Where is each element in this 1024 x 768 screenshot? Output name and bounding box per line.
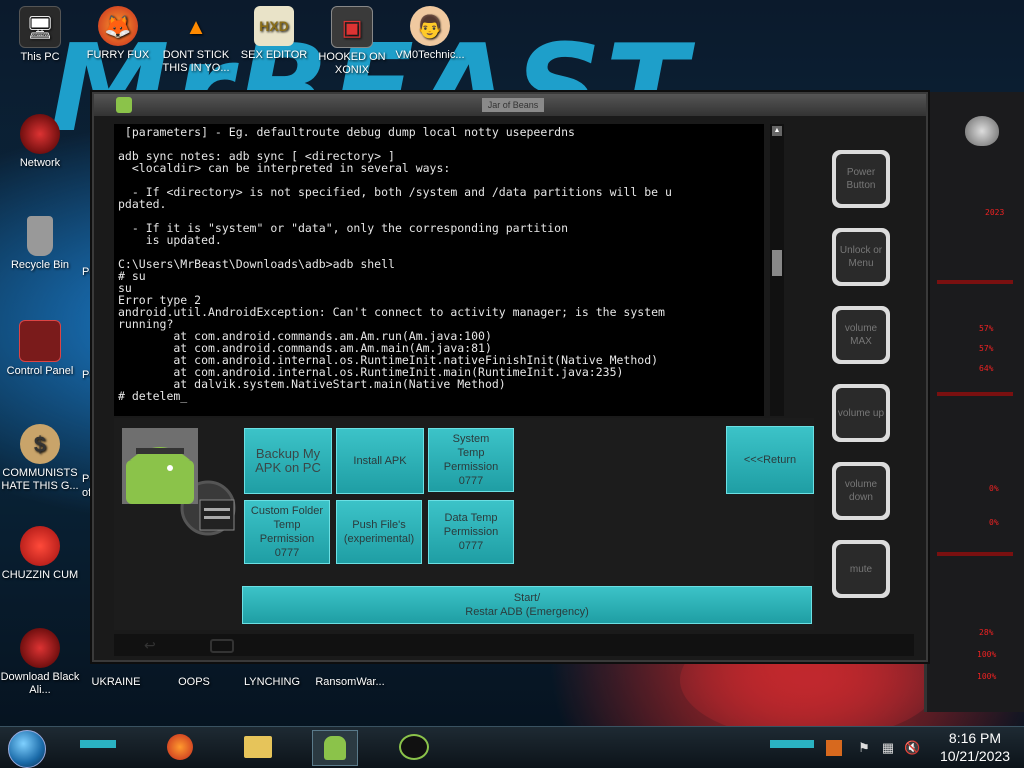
terminal-scrollbar[interactable]: ▲ xyxy=(770,124,784,416)
clock-time: 8:16 PM xyxy=(948,730,1002,746)
tray-volume-muted-icon[interactable]: 🔇 xyxy=(904,740,920,756)
cpu-percent: 57% xyxy=(979,324,994,333)
desktop-icon-hooked-on-xonix[interactable]: ▣ HOOKED ON XONIX xyxy=(312,6,392,77)
return-button[interactable]: <<<Return xyxy=(726,426,814,494)
volume-up-button[interactable]: volume up xyxy=(832,384,890,442)
start-orb-button[interactable] xyxy=(8,730,46,768)
taskbar-android-icon[interactable] xyxy=(392,730,436,764)
gadget-year: 2023 xyxy=(985,208,1005,217)
window-titlebar[interactable]: Jar of Beans xyxy=(94,94,926,116)
battery-percent: 28% xyxy=(979,628,994,637)
taskbar-deco-icon xyxy=(770,740,814,748)
desktop-icon-recycle-bin[interactable]: Recycle Bin xyxy=(0,216,80,272)
system-monitor-gadget: 2023 57% 57% 64% 0% 0% 28% 100% 100% xyxy=(924,92,1024,712)
disk-percent: 64% xyxy=(979,364,994,373)
system-temp-permission-button[interactable]: System Temp Permission 0777 xyxy=(428,428,514,492)
tray-app-icon[interactable] xyxy=(826,740,842,756)
start-restart-adb-button[interactable]: Start/ Restar ADB (Emergency) xyxy=(242,586,812,624)
gadget-bar xyxy=(937,392,1013,396)
desktop-icon-chuzzin[interactable]: CHUZZIN CUM xyxy=(0,526,80,582)
custom-folder-permission-button[interactable]: Custom Folder Temp Permission 0777 xyxy=(244,500,330,564)
desktop-icon-dont-stick[interactable]: ▲ DONT STICK THIS IN YO... xyxy=(156,6,236,75)
jar-of-beans-window: Jar of Beans [parameters] - Eg. defaultr… xyxy=(92,92,928,662)
volume-percent: 100% xyxy=(977,650,997,659)
power-button[interactable]: Power Button xyxy=(832,150,890,208)
android-app-icon xyxy=(116,97,132,113)
chuzzle-icon xyxy=(20,526,60,566)
scroll-up-arrow-icon[interactable]: ▲ xyxy=(772,126,782,136)
desktop-icon-vm0technic[interactable]: 👨 VM0Technic... xyxy=(390,6,470,62)
push-files-button[interactable]: Push File's (experimental) xyxy=(336,500,422,564)
android-pirate-logo xyxy=(122,428,240,538)
desktop-icon-furry-fux[interactable]: 🦊 FURRY FUX xyxy=(78,6,158,62)
tray-network-icon[interactable]: ▦ xyxy=(880,740,896,756)
net-down-percent: 0% xyxy=(989,518,999,527)
tools-panel: Backup My APK on PC Install APK System T… xyxy=(114,418,814,630)
partial-label: of xyxy=(82,487,92,499)
desktop-icon-control-panel[interactable]: Control Panel xyxy=(0,320,80,378)
taskbar-firefox-icon[interactable] xyxy=(158,730,202,764)
desktop-icon-network[interactable]: Network xyxy=(0,114,80,170)
volume-max-button[interactable]: volume MAX xyxy=(832,306,890,364)
this-pc-icon: 🖥 xyxy=(19,6,61,48)
firefox-icon: 🦊 xyxy=(98,6,138,46)
terminal-text: [parameters] - Eg. defaultroute debug du… xyxy=(118,125,672,403)
hxd-editor-icon: HXD xyxy=(254,6,294,46)
net-up-percent: 0% xyxy=(989,484,999,493)
gadget-bar xyxy=(937,552,1013,556)
scrollbar-thumb[interactable] xyxy=(772,250,782,276)
terminal-output[interactable]: [parameters] - Eg. defaultroute debug du… xyxy=(114,124,764,416)
vlc-cone-icon: ▲ xyxy=(185,13,207,39)
doctor-icon: 👨 xyxy=(410,6,450,46)
clock-date: 10/21/2023 xyxy=(939,748,1011,764)
tray-flag-icon[interactable]: ⚑ xyxy=(856,740,872,756)
window-title: Jar of Beans xyxy=(482,98,544,112)
desktop-icon-black-alien[interactable]: Download Black Ali... xyxy=(0,628,80,697)
unlock-menu-button[interactable]: Unlock or Menu xyxy=(832,228,890,286)
mute-button[interactable]: mute xyxy=(832,540,890,598)
recycle-bin-icon xyxy=(27,216,53,256)
desktop-icon-sex-editor[interactable]: HXD SEX EDITOR xyxy=(234,6,314,62)
install-apk-button[interactable]: Install APK xyxy=(336,428,424,494)
alien-icon xyxy=(20,628,60,668)
game-icon: ▣ xyxy=(331,6,373,48)
desktop-icon-this-pc[interactable]: 🖥 This PC xyxy=(0,6,80,64)
money-bag-icon: $ xyxy=(20,424,60,464)
volume-down-button[interactable]: volume down xyxy=(832,462,890,520)
taskbar-jar-of-beans-icon[interactable] xyxy=(312,730,358,766)
restart-adb-label: Restar ADB (Emergency) xyxy=(465,606,589,618)
brightness-percent: 100% xyxy=(977,672,997,681)
taskbar-deco-icon xyxy=(80,740,116,748)
taskbar-clock[interactable]: 8:16 PM 10/21/2023 xyxy=(930,729,1020,765)
gadget-bar xyxy=(937,280,1013,284)
home-nav-icon[interactable] xyxy=(210,639,234,653)
start-label: Start/ xyxy=(513,592,541,604)
control-panel-icon xyxy=(19,320,61,362)
taskbar-file-explorer-icon[interactable] xyxy=(236,730,280,764)
desktop-icon-communists[interactable]: $ COMMUNISTS HATE THIS G... xyxy=(0,424,80,493)
network-icon xyxy=(20,114,60,154)
ram-percent: 57% xyxy=(979,344,994,353)
alien-logo-icon xyxy=(965,116,999,146)
android-nav-bar: ↩ xyxy=(114,634,914,656)
back-nav-icon[interactable]: ↩ xyxy=(144,637,156,654)
backup-apk-button[interactable]: Backup My APK on PC xyxy=(244,428,332,494)
data-temp-permission-button[interactable]: Data Temp Permission 0777 xyxy=(428,500,514,564)
